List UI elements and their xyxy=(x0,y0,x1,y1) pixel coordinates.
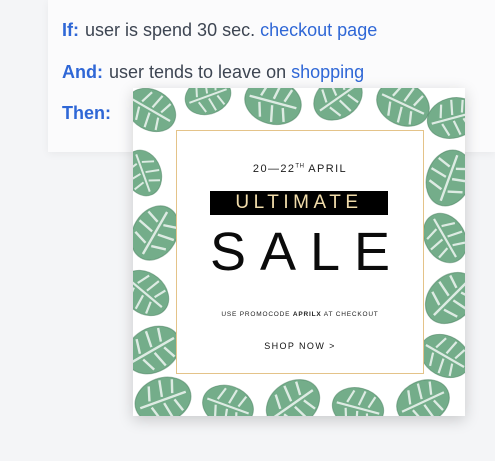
date-ordinal: TH xyxy=(295,163,305,170)
and-keyword: And: xyxy=(62,62,103,82)
shopping-link[interactable]: shopping xyxy=(291,62,364,82)
sale-heading: SALE xyxy=(209,222,405,282)
and-condition-text: user tends to leave on xyxy=(108,62,287,82)
promo-text: USE PROMOCODE APRILX AT CHECKOUT xyxy=(177,311,423,318)
shop-now-button[interactable]: SHOP NOW > xyxy=(177,341,423,351)
date-month: APRIL xyxy=(308,163,348,175)
then-keyword: Then: xyxy=(62,103,111,123)
rule-and-line: And: user tends to leave on shopping xyxy=(62,62,364,83)
promo-code: APRILX xyxy=(292,311,322,318)
sale-popup-banner[interactable]: 20—22TH APRIL ULTIMATE SALE USE PROMOCOD… xyxy=(133,88,465,416)
if-condition-text: user is spend 30 sec. xyxy=(85,20,256,40)
rule-if-line: If: user is spend 30 sec. checkout page xyxy=(62,20,377,41)
promo-prefix: USE PROMOCODE xyxy=(221,311,291,318)
date-range: 20—22 xyxy=(252,163,296,175)
checkout-page-link[interactable]: checkout page xyxy=(260,20,377,40)
ultimate-heading: ULTIMATE xyxy=(210,191,388,215)
sale-dates: 20—22TH APRIL xyxy=(177,163,423,175)
if-keyword: If: xyxy=(62,20,79,40)
sale-panel: 20—22TH APRIL ULTIMATE SALE USE PROMOCOD… xyxy=(176,130,424,374)
promo-suffix: AT CHECKOUT xyxy=(323,311,379,318)
rule-then-line: Then: xyxy=(62,103,117,124)
